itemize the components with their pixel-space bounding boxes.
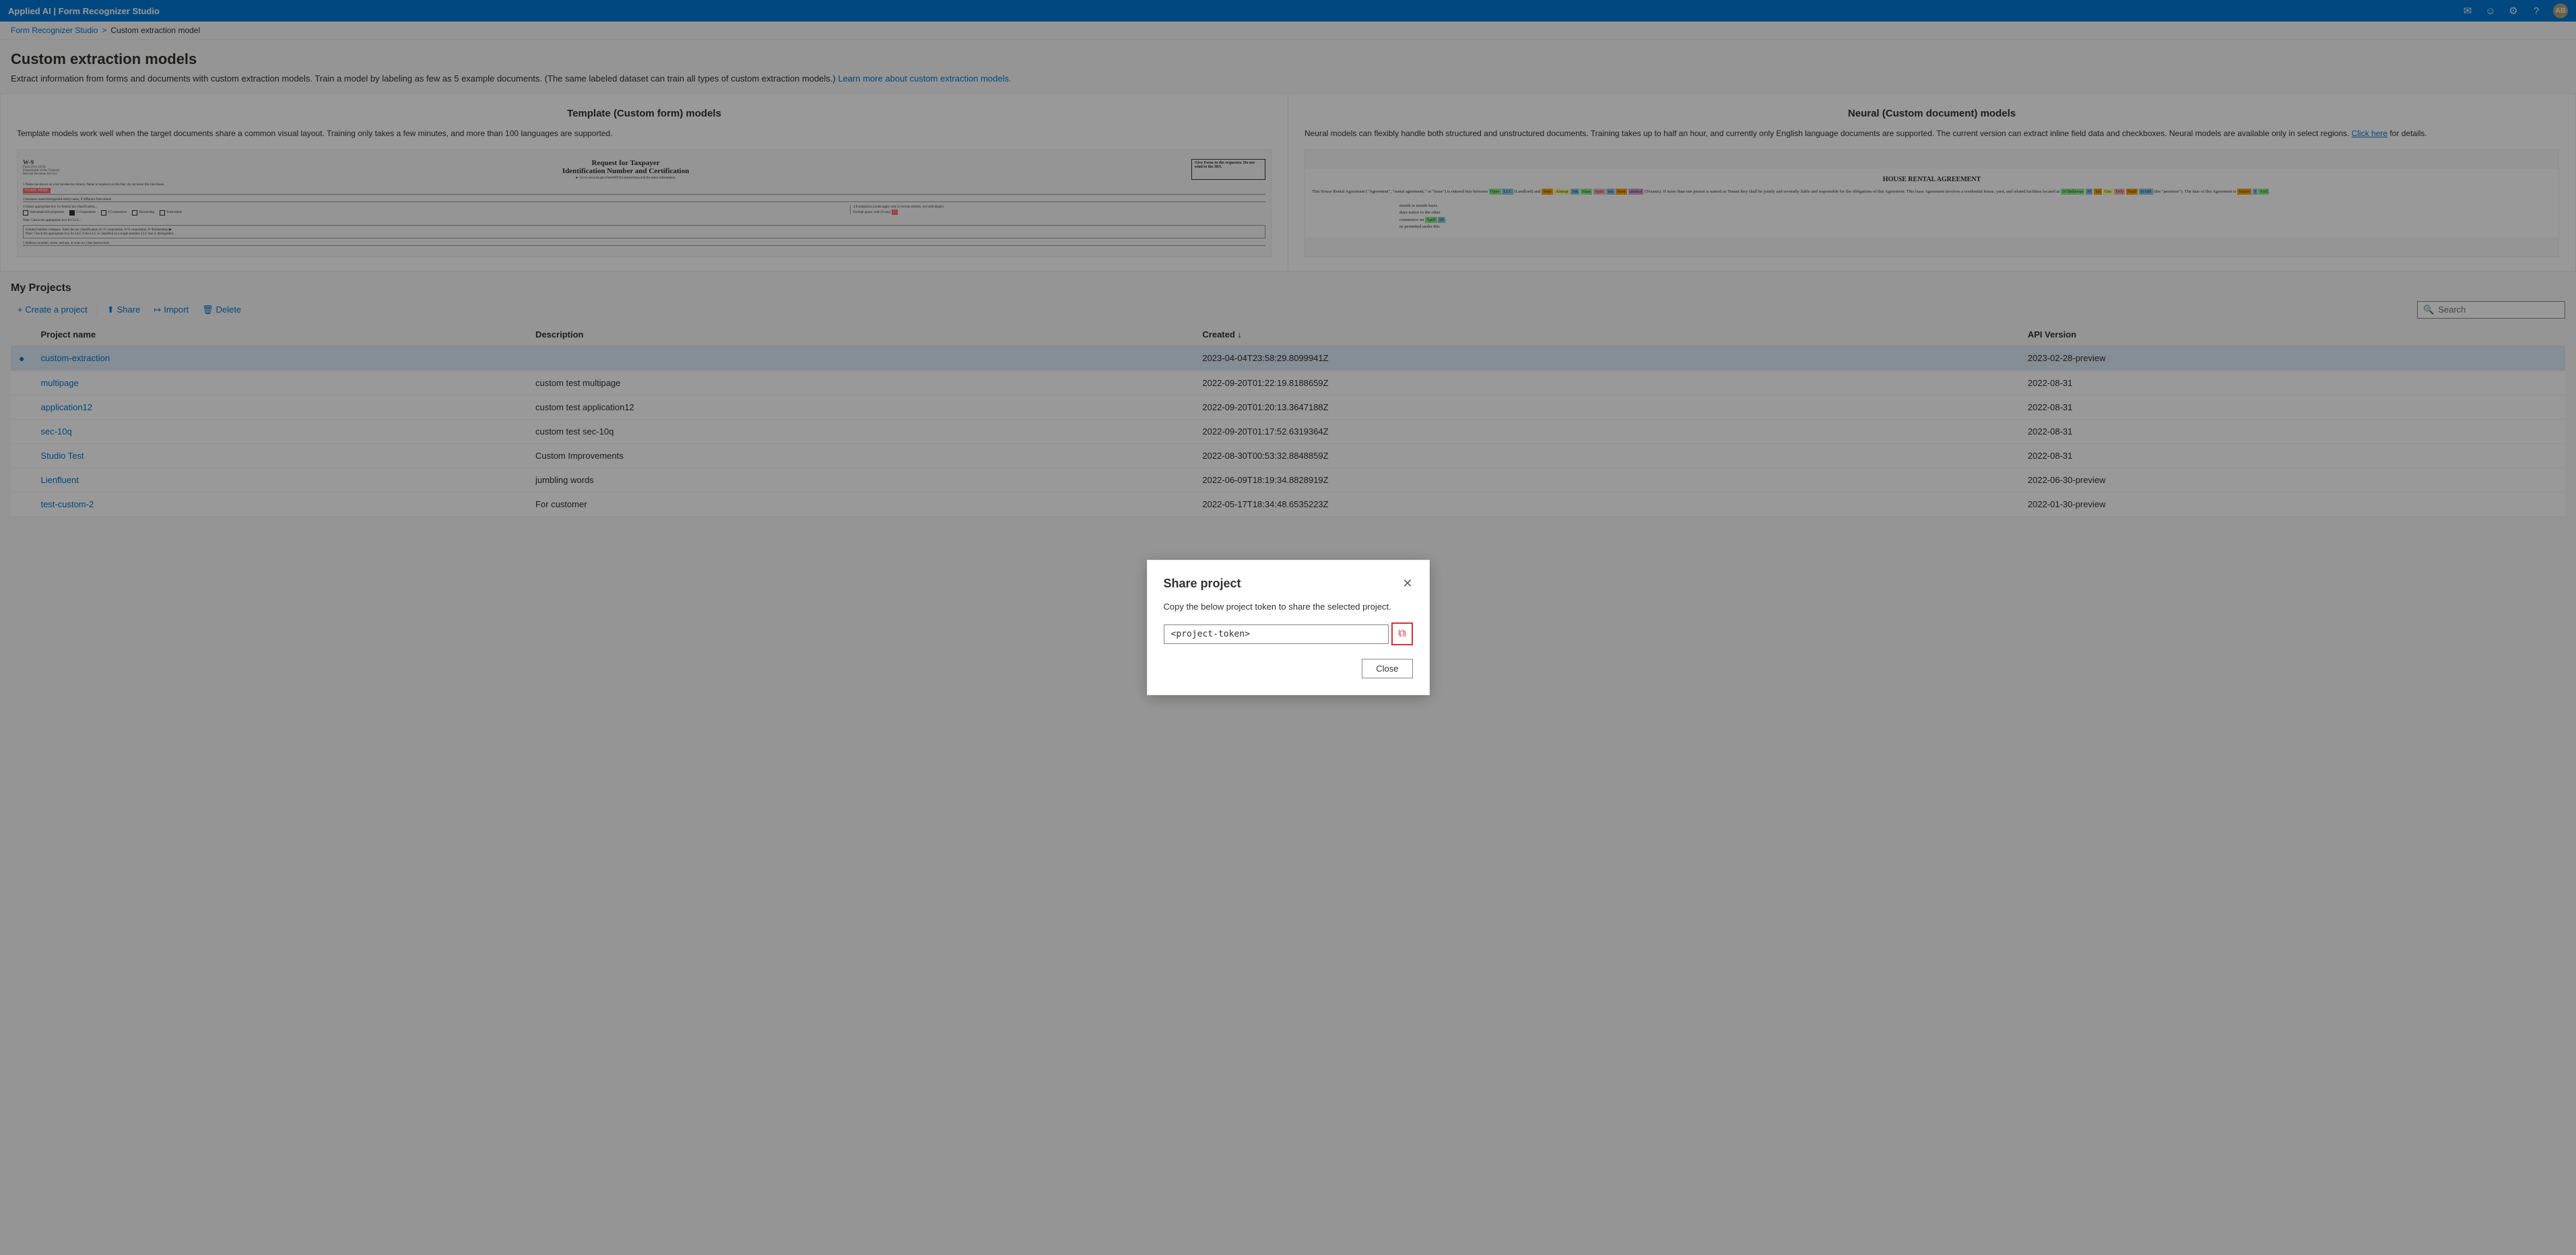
modal-token-row: ⧉	[1164, 622, 1413, 645]
share-project-modal: Share project ✕ Copy the below project t…	[1147, 560, 1430, 695]
modal-close-button[interactable]: ✕	[1402, 577, 1412, 591]
modal-description: Copy the below project token to share th…	[1164, 602, 1413, 612]
modal-header: Share project ✕	[1164, 577, 1413, 591]
copy-token-button[interactable]: ⧉	[1391, 622, 1412, 645]
modal-close-action-button[interactable]: Close	[1362, 659, 1412, 678]
modal-title: Share project	[1164, 577, 1241, 591]
modal-overlay[interactable]: Share project ✕ Copy the below project t…	[0, 0, 2576, 1255]
project-token-input[interactable]	[1164, 624, 1389, 644]
copy-icon: ⧉	[1398, 628, 1406, 640]
modal-footer: Close	[1164, 659, 1413, 678]
